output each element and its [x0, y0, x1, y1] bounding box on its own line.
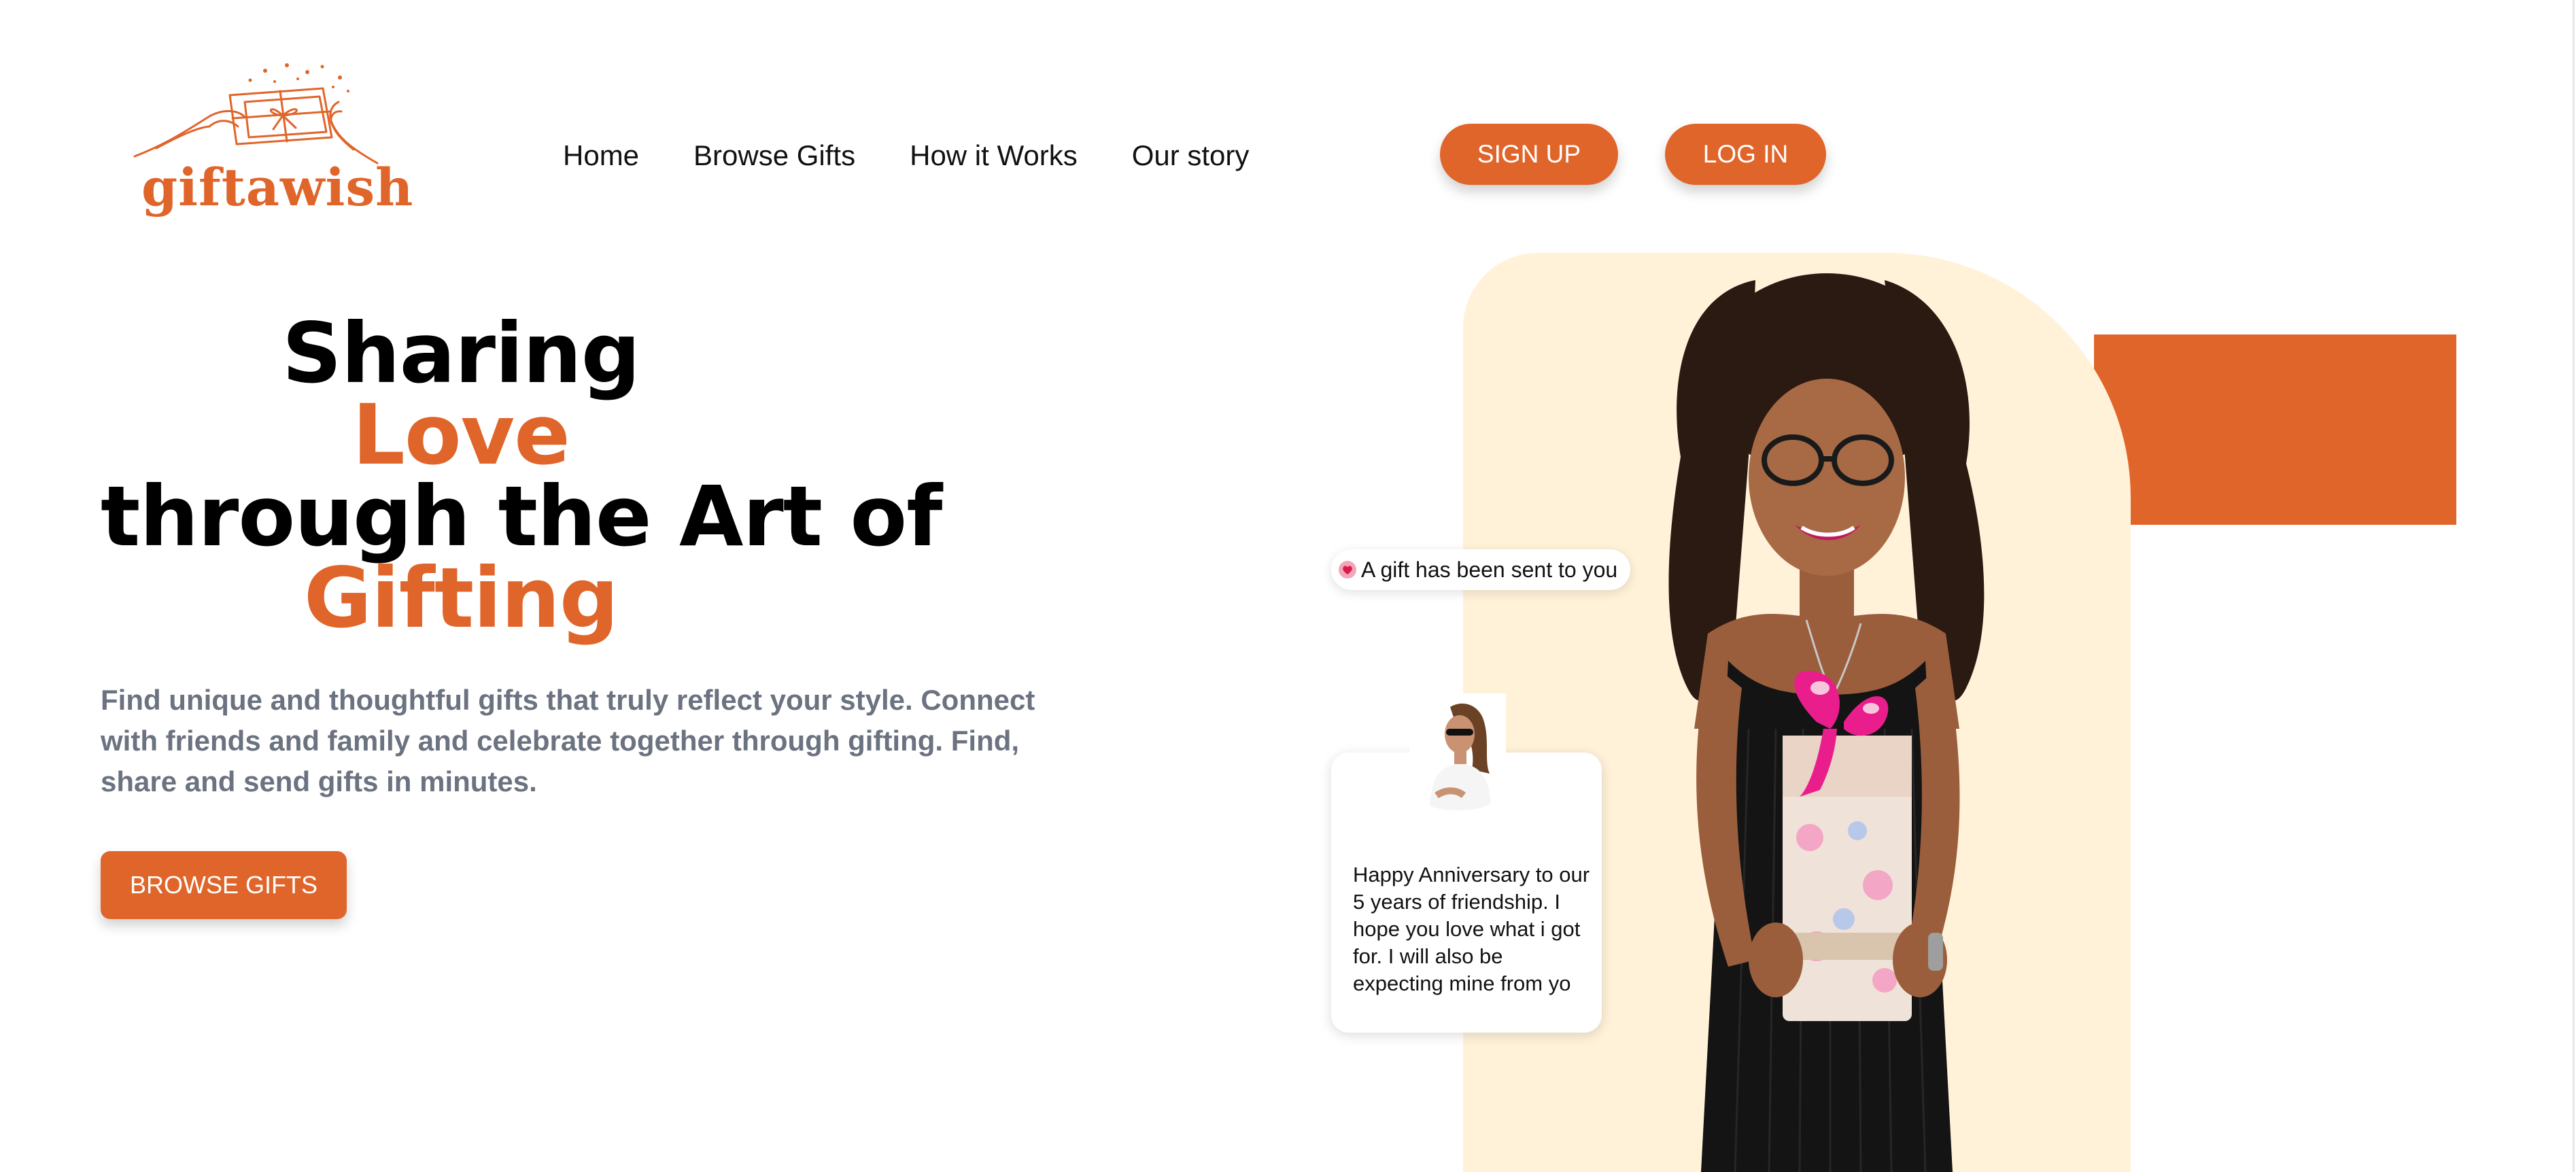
notification-text: A gift has been sent to you	[1361, 557, 1618, 582]
headline-line-2: Love	[352, 387, 570, 483]
headline-line-3: through the Art of	[101, 468, 942, 565]
heart-icon	[1339, 561, 1356, 579]
hero-description: Find unique and thoughtful gifts that tr…	[101, 684, 1035, 797]
main-nav: Home Browse Gifts How it Works Our story	[563, 139, 1249, 172]
hero-headline: Sharing Love through the Art of Gifting	[101, 305, 942, 647]
hero-photo	[1463, 253, 2131, 1172]
nav-link-home[interactable]: Home	[563, 139, 639, 172]
gift-hands-icon	[133, 63, 379, 165]
avatar	[1409, 693, 1506, 810]
browse-gifts-button[interactable]: BROWSE GIFTS	[101, 851, 347, 919]
page-edge-divider	[2573, 0, 2575, 1172]
nav-link-our-story[interactable]: Our story	[1132, 139, 1250, 172]
headline-line-1: Sharing	[281, 305, 640, 402]
gift-notification: A gift has been sent to you	[1331, 549, 1630, 590]
log-in-button[interactable]: LOG IN	[1665, 124, 1826, 185]
nav-link-how-it-works[interactable]: How it Works	[910, 139, 1078, 172]
decorative-orange-block	[2094, 334, 2456, 525]
headline-line-4: Gifting	[303, 550, 619, 647]
nav-link-browse-gifts[interactable]: Browse Gifts	[693, 139, 855, 172]
sign-up-button[interactable]: SIGN UP	[1440, 124, 1618, 185]
woman-holding-gift-illustration	[1668, 273, 1985, 1172]
message-text: Happy Anniversary to our 5 years of frie…	[1353, 863, 1590, 995]
logo[interactable]: giftawish	[129, 61, 413, 228]
logo-wordmark: giftawish	[141, 157, 414, 218]
